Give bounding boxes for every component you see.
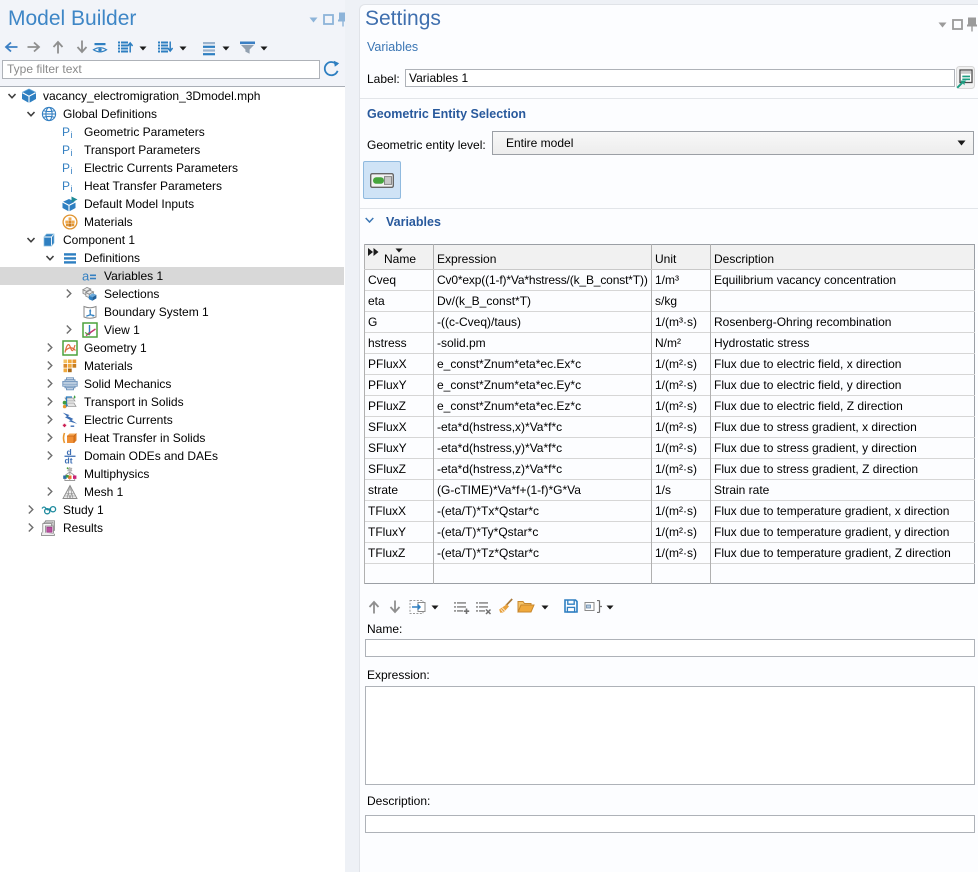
- svg-text:dt: dt: [65, 456, 73, 465]
- svg-text:a: a: [82, 269, 90, 284]
